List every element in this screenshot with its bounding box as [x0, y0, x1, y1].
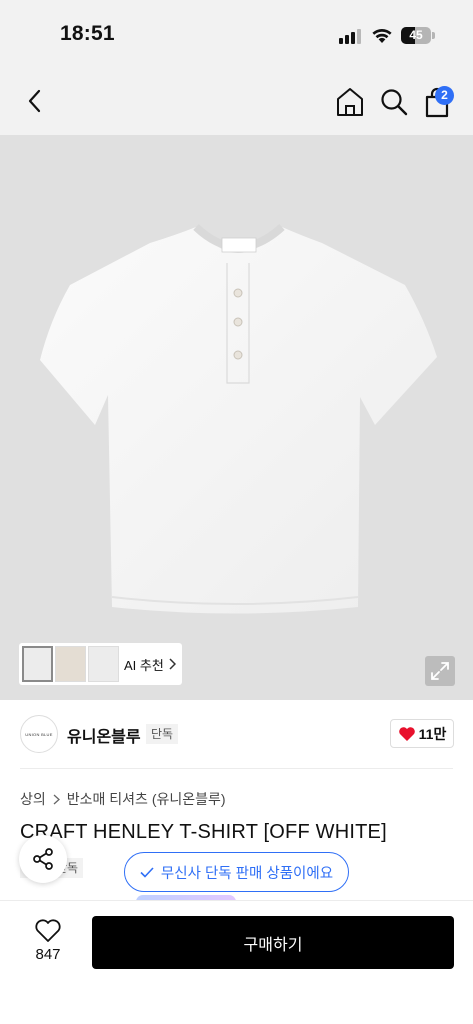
- thumbnail[interactable]: [55, 646, 86, 682]
- cart-count-badge: 2: [435, 86, 454, 105]
- product-image[interactable]: [0, 135, 473, 700]
- expand-icon: [431, 662, 449, 680]
- breadcrumb: 상의 반소매 티셔츠 (유니온블루): [20, 789, 226, 809]
- product-page: 18:51 45 2 AI 추천 UNION BLUE 유니온블루 단독 11만…: [0, 0, 473, 1024]
- brand-logo[interactable]: UNION BLUE: [20, 715, 58, 753]
- buy-button[interactable]: 구매하기: [92, 916, 454, 969]
- signal-icon: [339, 28, 363, 44]
- breadcrumb-item[interactable]: 상의: [20, 789, 46, 809]
- brand-name[interactable]: 유니온블루: [67, 723, 141, 747]
- brand-like-button[interactable]: 11만: [390, 719, 454, 748]
- battery-percent: 45: [409, 28, 423, 42]
- chevron-right-icon: [169, 658, 176, 670]
- ai-recommend-button[interactable]: AI 추천: [124, 655, 164, 674]
- share-icon: [33, 848, 53, 870]
- brand-like-count: 11만: [418, 725, 447, 742]
- back-button[interactable]: [20, 86, 50, 116]
- thumbnail[interactable]: [22, 646, 53, 682]
- home-icon[interactable]: [335, 86, 365, 118]
- top-nav: [0, 68, 473, 135]
- brand-logo-text: UNION BLUE: [25, 731, 53, 737]
- wishlist-count: 847: [35, 946, 61, 963]
- chevron-left-icon: [28, 89, 41, 113]
- musinsa-exclusive-notice: 무신사 단독 판매 상품이에요: [124, 852, 349, 892]
- tshirt-image: [40, 223, 437, 614]
- wifi-icon: [372, 28, 392, 43]
- heart-filled-icon: [398, 726, 415, 741]
- musinsa-exclusive-text: 무신사 단독 판매 상품이에요: [160, 865, 334, 882]
- status-bar: 18:51 45: [0, 0, 473, 68]
- product-title: CRAFT HENLEY T-SHIRT [OFF WHITE]: [20, 821, 387, 843]
- divider: [20, 768, 453, 769]
- breadcrumb-item[interactable]: 반소매 티셔츠 (유니온블루): [67, 789, 226, 809]
- heart-outline-icon: [35, 919, 61, 942]
- thumbnail[interactable]: [88, 646, 119, 682]
- check-icon: [140, 866, 154, 878]
- search-icon[interactable]: [379, 87, 409, 117]
- battery-icon: 45: [401, 27, 431, 44]
- battery-cap: [432, 32, 435, 39]
- expand-button[interactable]: [425, 656, 455, 686]
- exclusive-tag: 단독: [146, 724, 179, 744]
- share-button[interactable]: [19, 835, 67, 883]
- chevron-right-icon: [53, 794, 60, 804]
- status-time: 18:51: [60, 22, 115, 45]
